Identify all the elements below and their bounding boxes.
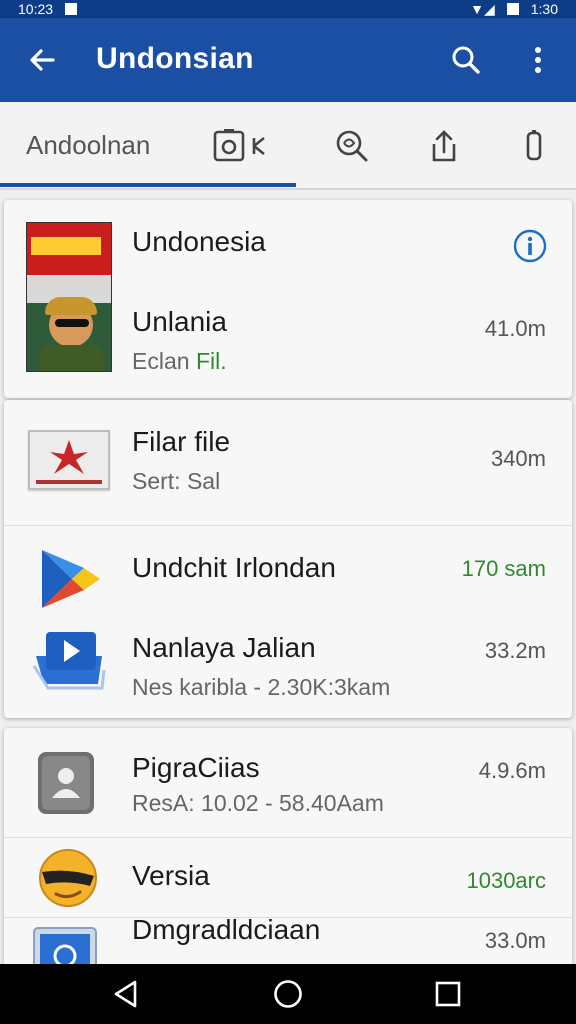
item-subtitle: Eclan Fil. [132, 348, 227, 375]
search-globe-icon[interactable] [330, 124, 374, 168]
search-icon[interactable] [446, 40, 486, 80]
nav-back-icon[interactable] [106, 976, 146, 1012]
tab-first[interactable]: Andoolnan [26, 130, 150, 161]
item-title: Unlania [132, 306, 227, 337]
list-item-group: Undchit Irlondan 170 sam Nanlaya Jalian … [4, 526, 572, 718]
card-undonesia: Undonesia Unlania Eclan Fil. 41.0m [4, 200, 572, 398]
item-title: Filar file [132, 426, 231, 457]
list-item[interactable]: PigraCiias ResA: 10.02 - 58.40Aam 4.9.6m [4, 728, 572, 838]
subtitle-text: Eclan [132, 348, 196, 374]
item-title: Versia [132, 860, 210, 891]
card-files: Filar file Sert: Sal 340m Undchit Irlond… [4, 400, 572, 718]
nav-home-icon[interactable] [268, 976, 308, 1012]
item-value: 4.9.6m [478, 758, 546, 783]
item-value: 1030arc [466, 868, 546, 893]
tab-indicator [0, 183, 296, 187]
info-icon[interactable] [512, 228, 548, 264]
emoji-sunglasses-icon [36, 846, 100, 910]
more-vert-icon[interactable] [520, 40, 556, 80]
item-value: 41.0m [484, 316, 546, 341]
item-title[interactable]: Undchit Irlondan [132, 552, 336, 584]
signal-icon: ▼◢ [470, 0, 495, 17]
video-folder-icon [32, 626, 106, 692]
battery-icon[interactable] [512, 124, 556, 168]
arrow-back-icon[interactable] [22, 40, 62, 80]
item-value: 170 sam [461, 556, 546, 581]
app-bar: Undonsian [0, 18, 576, 102]
play-store-icon [36, 546, 104, 612]
list-item[interactable]: Versia 1030arc [4, 838, 572, 918]
contact-icon [36, 748, 98, 818]
system-nav-bar [0, 964, 576, 1024]
list-item[interactable]: Undonesia Unlania Eclan Fil. 41.0m [4, 200, 572, 398]
item-subtitle: Sert: Sal [132, 468, 221, 494]
list-item[interactable]: Filar file Sert: Sal 340m [4, 400, 572, 526]
camera-icon[interactable] [210, 124, 272, 168]
card-apps: PigraCiias ResA: 10.02 - 58.40Aam 4.9.6m… [4, 728, 572, 978]
share-icon[interactable] [422, 124, 466, 168]
item-subtitle: Nes karibla - 2.30K:3kam [132, 674, 391, 700]
card-title: Undonesia [132, 226, 266, 257]
page-title: Undonsian [96, 42, 254, 75]
document-icon [28, 430, 110, 490]
item-subtitle: ResA: 10.02 - 58.40Aam [132, 790, 384, 816]
status-time: 10:23 [18, 1, 54, 17]
item-value: 33.0m [484, 928, 546, 953]
item-value: 340m [490, 446, 546, 471]
battery-status-icon [506, 3, 519, 15]
status-clock: 1:30 [530, 1, 558, 17]
item-title: Dmgradldciaan [132, 914, 321, 945]
subtitle-green-text: Fil. [195, 348, 227, 374]
book-cover-thumbnail [26, 222, 112, 372]
item-title[interactable]: Nanlaya Jalian [132, 632, 316, 664]
item-value: 33.2m [484, 638, 546, 663]
status-bar: 10:23 ▼◢ 1:30 [0, 0, 576, 18]
item-title: PigraCiias [132, 752, 260, 783]
nav-recents-icon[interactable] [428, 976, 468, 1012]
notification-icon [65, 3, 78, 15]
tab-bar: Andoolnan [0, 102, 576, 190]
